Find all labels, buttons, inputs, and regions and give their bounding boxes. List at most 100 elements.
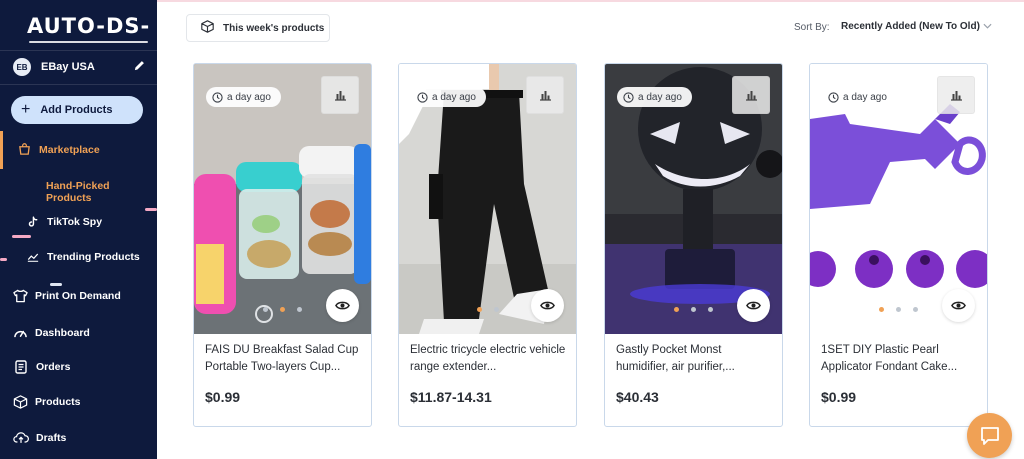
store-badge: EB: [13, 58, 31, 76]
time-label: a day ago: [227, 91, 271, 103]
sidebar-divider: [0, 84, 157, 85]
carousel-dot[interactable]: [896, 307, 901, 312]
this-weeks-products-filter[interactable]: This week's products: [186, 14, 330, 42]
decoration: [0, 258, 7, 261]
product-title[interactable]: 1SET DIY Plastic Pearl Applicator Fondan…: [821, 342, 981, 376]
stats-button[interactable]: [321, 76, 359, 114]
product-price: $0.99: [821, 389, 857, 405]
sidebar-item-hand-picked[interactable]: Hand-Picked Products: [46, 180, 157, 204]
sidebar-item-label: Dashboard: [35, 326, 90, 339]
time-badge: a day ago: [206, 87, 281, 107]
eye-icon: [746, 301, 761, 310]
cloud-upload-icon: [13, 432, 29, 443]
product-card[interactable]: a day ago FAIS DU Breakfast Salad Cup Po…: [193, 63, 372, 427]
sidebar-item-products[interactable]: Products: [13, 395, 81, 409]
carousel-dot[interactable]: [493, 307, 499, 312]
carousel-dot[interactable]: [476, 307, 482, 312]
product-card[interactable]: a day ago Electric tricycle electric veh…: [398, 63, 577, 427]
autods-logo[interactable]: AUTO-DS-: [27, 14, 150, 43]
sidebar-item-label: Trending Products: [47, 251, 140, 263]
stats-button[interactable]: [732, 76, 770, 114]
store-name: EBay USA: [41, 61, 95, 73]
preview-button[interactable]: [531, 289, 564, 322]
product-price: $0.99: [205, 389, 241, 405]
clock-icon: [417, 91, 428, 103]
carousel-dot[interactable]: [913, 307, 918, 312]
sidebar-item-trending[interactable]: Trending Products: [27, 251, 140, 263]
time-badge: a day ago: [617, 87, 692, 107]
box-icon: [13, 395, 28, 409]
bar-chart-icon: [334, 91, 346, 101]
product-price: $40.43: [616, 389, 659, 405]
sidebar-item-label: Drafts: [36, 431, 67, 444]
bar-chart-icon: [745, 91, 757, 101]
time-label: a day ago: [432, 91, 476, 103]
carousel-dot[interactable]: [691, 307, 696, 312]
carousel-dot[interactable]: [297, 307, 302, 312]
carousel-dot[interactable]: [263, 307, 268, 312]
top-accent-line: [157, 0, 1024, 2]
product-card[interactable]: a day ago Gastly Pocket Monst humidifier…: [604, 63, 783, 427]
carousel-dot[interactable]: [879, 307, 884, 312]
sidebar-item-dashboard[interactable]: Dashboard: [13, 326, 90, 339]
decoration: [50, 283, 62, 286]
product-card[interactable]: a day ago 1SET DIY Plastic Pearl Applica…: [809, 63, 988, 427]
product-title[interactable]: FAIS DU Breakfast Salad Cup Portable Two…: [205, 342, 365, 376]
product-title[interactable]: Gastly Pocket Monst humidifier, air puri…: [616, 342, 776, 376]
pencil-icon[interactable]: [134, 58, 145, 76]
add-products-label: Add Products: [40, 104, 113, 116]
chevron-down-icon: [983, 21, 992, 32]
preview-button[interactable]: [326, 289, 359, 322]
clock-icon: [212, 91, 223, 103]
time-badge: a day ago: [411, 87, 486, 107]
sidebar-item-label: Hand-Picked Products: [46, 180, 110, 204]
sidebar-item-orders[interactable]: Orders: [15, 360, 70, 374]
weekly-label: This week's products: [223, 22, 325, 34]
box-icon: [201, 20, 214, 36]
sidebar-item-label: Orders: [36, 361, 71, 373]
preview-button[interactable]: [942, 289, 975, 322]
carousel-dot[interactable]: [708, 307, 713, 312]
bar-chart-icon: [950, 91, 962, 101]
sidebar-item-marketplace[interactable]: Marketplace: [18, 143, 100, 156]
clock-icon: [623, 91, 634, 103]
time-badge: a day ago: [822, 87, 897, 107]
eye-icon: [951, 301, 966, 310]
store-selector[interactable]: EB EBay USA: [13, 58, 145, 76]
time-label: a day ago: [638, 91, 682, 103]
sidebar-item-label: Print On Demand: [35, 290, 121, 302]
bar-chart-icon: [539, 91, 551, 101]
carousel-dot[interactable]: [280, 307, 285, 312]
sidebar-item-label: Products: [35, 396, 81, 408]
stats-button[interactable]: [937, 76, 975, 114]
stats-button[interactable]: [526, 76, 564, 114]
product-title[interactable]: Electric tricycle electric vehicle range…: [410, 342, 570, 376]
preview-button[interactable]: [737, 289, 770, 322]
receipt-icon: [15, 360, 27, 374]
time-label: a day ago: [843, 91, 887, 103]
chat-button[interactable]: [967, 413, 1012, 458]
sidebar-item-tiktok-spy[interactable]: TikTok Spy: [27, 216, 102, 228]
sort-dropdown[interactable]: Recently Added (New To Old): [841, 21, 992, 32]
sidebar: AUTO-DS- EB EBay USA + Add Products Mark…: [0, 0, 157, 459]
shirt-icon: [13, 289, 28, 303]
marketplace-icon: [19, 143, 30, 155]
sidebar-divider: [0, 50, 157, 51]
sidebar-item-drafts[interactable]: Drafts: [13, 431, 66, 444]
add-products-button[interactable]: + Add Products: [11, 96, 143, 124]
active-indicator: [0, 131, 3, 169]
clock-icon: [828, 91, 839, 103]
carousel-dot[interactable]: [674, 307, 679, 312]
tiktok-icon: [28, 216, 38, 227]
sidebar-item-print-on-demand[interactable]: Print On Demand: [13, 289, 121, 303]
sidebar-item-label: TikTok Spy: [47, 216, 103, 228]
sort-label: Sort By:: [794, 22, 830, 33]
gauge-icon: [14, 330, 27, 338]
plus-icon: +: [21, 101, 31, 118]
trending-icon: [27, 253, 39, 262]
chat-icon: [980, 426, 999, 445]
product-price: $11.87-14.31: [410, 389, 492, 405]
decoration: [12, 235, 31, 238]
eye-icon: [540, 301, 555, 310]
decoration: [145, 208, 157, 211]
